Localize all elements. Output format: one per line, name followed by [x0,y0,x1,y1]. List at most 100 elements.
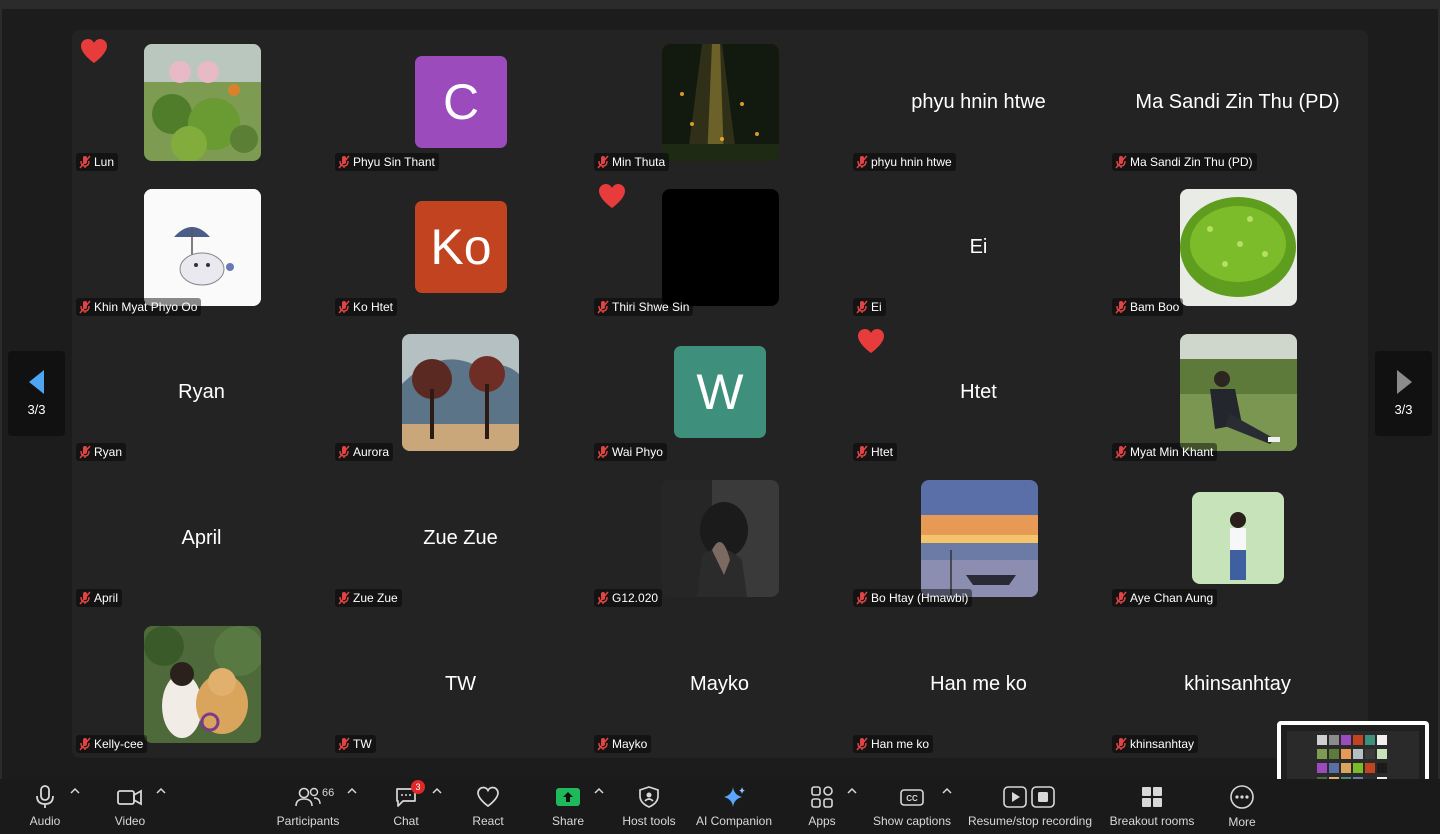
mic-muted-icon [79,445,91,459]
recording-controls-button[interactable]: Resume/stop recording [966,779,1094,834]
chat-label: Chat [393,814,419,828]
host-tools-label: Host tools [622,814,676,828]
video-options-chevron-icon[interactable] [156,787,166,795]
mic-muted-icon [79,300,91,314]
participant-tile[interactable]: Myat Min Khant [1108,320,1367,465]
participant-tile[interactable]: Thiri Shwe Sin [590,175,849,320]
chat-unread-badge: 3 [411,780,425,794]
mic-muted-icon [597,737,609,751]
participant-name-label: Ko Htet [335,298,398,316]
audio-label: Audio [29,814,61,828]
more-options-icon [1230,785,1254,809]
participant-tile[interactable]: Mayko Mayko [590,612,849,757]
participant-name-label: G12.020 [594,589,663,607]
participant-name-label: Ei [853,298,886,316]
participant-name-label: Han me ko [853,735,934,753]
mic-muted-icon [856,300,868,314]
profile-photo [921,480,1038,597]
participant-tile[interactable]: Bam Boo [1108,175,1367,320]
participant-tile[interactable]: Aye Chan Aung [1108,466,1367,611]
react-button[interactable]: React [466,779,510,834]
participant-tile[interactable]: Ma Sandi Zin Thu (PD) Ma Sandi Zin Thu (… [1108,30,1367,175]
profile-photo [144,626,261,743]
apps-button[interactable]: Apps [800,779,844,834]
profile-photo [1192,492,1284,584]
svg-text:CC: CC [906,794,918,803]
captions-options-chevron-icon[interactable] [942,787,952,795]
participant-tile[interactable]: Han me ko Han me ko [849,612,1108,757]
more-button[interactable]: More [1220,779,1264,834]
page-indicator: 3/3 [27,402,46,417]
mic-muted-icon [597,300,609,314]
participant-tile[interactable]: W Wai Phyo [590,320,849,465]
participant-tile[interactable]: Ko Ko Htet [331,175,590,320]
participant-name-label: Thiri Shwe Sin [594,298,694,316]
video-button[interactable]: Video [105,779,155,834]
profile-photo [402,334,519,451]
heart-reaction-icon [81,39,107,63]
participant-tile[interactable]: phyu hnin htwe phyu hnin htwe [849,30,1108,175]
chat-options-chevron-icon[interactable] [432,787,442,795]
participant-tile[interactable]: Ei Ei [849,175,1108,320]
share-screen-icon [556,788,580,806]
previous-page-button[interactable]: 3/3 [8,351,65,436]
initials-avatar: Ko [415,201,507,293]
sparkle-icon [724,787,745,807]
participants-options-chevron-icon[interactable] [347,787,357,795]
video-camera-icon [117,789,142,806]
participant-name-label: Ma Sandi Zin Thu (PD) [1112,153,1257,171]
participants-button[interactable]: Participants [270,779,346,834]
audio-button[interactable]: Audio [20,779,70,834]
breakout-rooms-label: Breakout rooms [1109,814,1195,828]
show-captions-label: Show captions [872,814,952,828]
share-label: Share [551,814,585,828]
next-page-button[interactable]: 3/3 [1375,351,1432,436]
heart-reaction-icon [858,329,884,353]
mic-muted-icon [597,155,609,169]
participant-tile[interactable]: Kelly-cee [72,612,331,757]
participant-tile[interactable]: C Phyu Sin Thant [331,30,590,175]
mic-muted-icon [856,591,868,605]
participant-tile[interactable]: Htet Htet [849,320,1108,465]
participant-tile[interactable]: Aurora [331,320,590,465]
mic-muted-icon [856,737,868,751]
share-button[interactable]: Share [546,779,590,834]
right-arrow-icon [1396,370,1412,394]
mic-muted-icon [1115,155,1127,169]
participant-name-label: Khin Myat Phyo Oo [76,298,202,316]
ai-companion-button[interactable]: AI Companion [694,779,774,834]
host-tools-button[interactable]: Host tools [620,779,678,834]
participant-name-label: Min Thuta [594,153,670,171]
mic-muted-icon [79,591,91,605]
participant-name-label: Wai Phyo [594,443,667,461]
participant-tile[interactable]: G12.020 [590,466,849,611]
participant-tile[interactable]: Bo Htay (Hmawbi) [849,466,1108,611]
participant-tile[interactable]: Min Thuta [590,30,849,175]
mic-muted-icon [597,591,609,605]
participant-tile[interactable]: Zue Zue Zue Zue [331,466,590,611]
video-gallery: Lun C Phyu Sin Thant Min Thuta phyu hnin… [72,30,1368,758]
participant-tile[interactable]: April April [72,466,331,611]
breakout-rooms-button[interactable]: Breakout rooms [1108,779,1196,834]
share-options-chevron-icon[interactable] [594,787,604,795]
participant-tile[interactable]: Khin Myat Phyo Oo [72,175,331,320]
meeting-toolbar: Audio Video Participants 66 Chat 3 React… [0,779,1440,834]
profile-photo [662,480,779,597]
participant-tile[interactable]: TW TW [331,612,590,757]
profile-photo [144,44,261,161]
participant-name-label: Aye Chan Aung [1112,589,1218,607]
profile-photo [662,44,779,161]
mic-muted-icon [1115,300,1127,314]
window-top-bar [0,0,1440,9]
audio-options-chevron-icon[interactable] [70,787,80,795]
participant-name-label: khinsanhtay [1112,735,1199,753]
participant-tile[interactable]: Ryan Ryan [72,320,331,465]
participant-tile[interactable]: Lun [72,30,331,175]
window-left-edge [0,9,2,779]
participant-name-label: Myat Min Khant [1112,443,1218,461]
react-label: React [472,814,504,828]
participant-name-label: Mayko [594,735,652,753]
mic-muted-icon [338,445,350,459]
apps-options-chevron-icon[interactable] [847,787,857,795]
microphone-icon [36,785,54,808]
